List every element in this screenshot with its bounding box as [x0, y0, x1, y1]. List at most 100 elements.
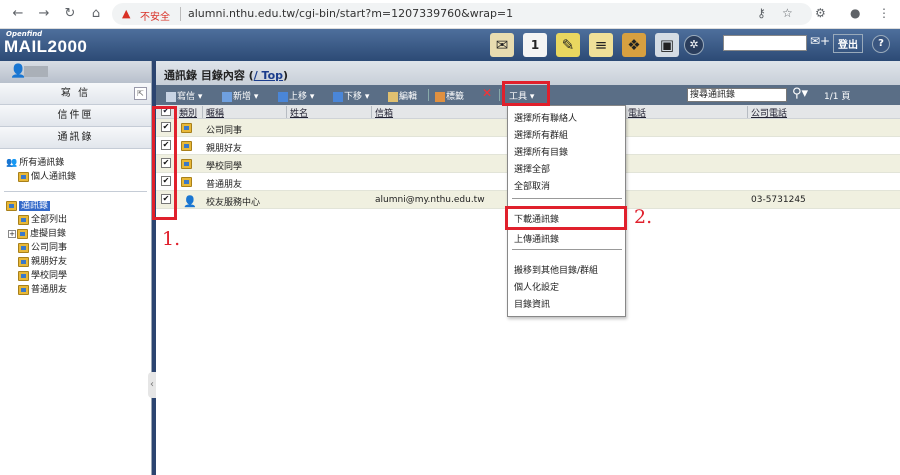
- arrow-up-icon: [278, 91, 288, 102]
- wrench-icon[interactable]: ✲: [684, 35, 704, 55]
- column-email[interactable]: 信箱: [375, 106, 393, 119]
- menu-item-move-to[interactable]: 搬移到其他目錄/群組: [514, 263, 598, 276]
- person-icon: 👤: [183, 195, 197, 208]
- menu-divider: [512, 198, 622, 199]
- menu-item-select-contacts[interactable]: 選擇所有聯絡人: [514, 111, 577, 124]
- tree-item-root[interactable]: 通訊錄: [6, 198, 151, 212]
- column-divider: [286, 106, 287, 118]
- menu-item-select-groups[interactable]: 選擇所有群組: [514, 128, 568, 141]
- tree-label: 公司同事: [31, 243, 68, 253]
- move-down-button[interactable]: 下移 ▾: [333, 89, 369, 102]
- tree-label: 虛擬目錄: [30, 229, 67, 239]
- forward-icon[interactable]: →: [36, 6, 52, 22]
- menu-item-upload[interactable]: 上傳通訊錄: [514, 232, 559, 245]
- collapse-arrow-icon[interactable]: ‹: [148, 372, 156, 398]
- column-type[interactable]: 類別: [179, 106, 197, 119]
- expand-icon[interactable]: +: [8, 229, 16, 238]
- column-phone[interactable]: 電話: [628, 106, 646, 119]
- add-label: 新增: [233, 92, 252, 102]
- tree-item-list-all[interactable]: 全部列出: [6, 212, 151, 226]
- profile-icon[interactable]: ●: [850, 6, 860, 20]
- tree-item-virtual[interactable]: + 虛擬目錄: [6, 226, 151, 240]
- folder-tree: 通訊錄 全部列出 + 虛擬目錄 公司同事 親朋好友 學校同學 普通朋友: [0, 198, 151, 296]
- delete-icon[interactable]: ✕: [482, 86, 492, 100]
- tree-item-all-contacts[interactable]: 👥 所有通訊錄: [6, 155, 151, 169]
- row-nickname[interactable]: 公司同事: [206, 123, 242, 136]
- home-icon[interactable]: ⌂: [88, 6, 104, 22]
- search-icon[interactable]: ⚲▾: [792, 86, 808, 101]
- row-nickname[interactable]: 普通朋友: [206, 177, 242, 190]
- title-text: 通訊錄 目錄內容 (: [164, 69, 254, 82]
- key-icon[interactable]: ⚷: [757, 6, 766, 20]
- tree-label-selected: 通訊錄: [19, 201, 51, 211]
- folder-icon: [17, 228, 28, 239]
- tree-item-family[interactable]: 親朋好友: [6, 254, 151, 268]
- tree-label: 親朋好友: [31, 257, 68, 267]
- header-search-input[interactable]: [723, 35, 807, 51]
- sidebar: 👤 寫 信 ⇱ 信件匣 通訊錄 👥 所有通訊錄 個人通訊錄 通訊錄 全部列出 + 虛…: [0, 61, 152, 475]
- tree-label: 個人通訊錄: [31, 172, 77, 182]
- extension-icon[interactable]: ⚙: [815, 6, 826, 20]
- move-down-label: 下移: [344, 92, 363, 102]
- notes-icon[interactable]: ✎: [556, 33, 580, 57]
- column-name[interactable]: 姓名: [290, 106, 308, 119]
- tree-item-personal-contacts[interactable]: 個人通訊錄: [6, 169, 151, 183]
- edit-icon: [388, 91, 398, 102]
- column-divider: [371, 106, 372, 118]
- annotation-box-download: [505, 206, 627, 230]
- menu-kebab-icon[interactable]: ⋮: [878, 6, 890, 20]
- row-email[interactable]: alumni@my.nthu.edu.tw: [375, 195, 485, 205]
- insecure-label: 不安全: [140, 12, 170, 23]
- annotation-step-1: 1.: [162, 228, 181, 250]
- contacts-search-input[interactable]: 搜尋通訊錄: [687, 88, 787, 102]
- edit-button[interactable]: 編輯: [388, 89, 417, 102]
- contacts-button[interactable]: 通訊錄: [0, 127, 151, 149]
- tree-item-friends[interactable]: 普通朋友: [6, 282, 151, 296]
- column-company-phone[interactable]: 公司電話: [751, 106, 787, 119]
- column-nickname[interactable]: 暱稱: [206, 106, 224, 119]
- column-divider: [747, 106, 748, 118]
- address-bar[interactable]: ▲ 不安全 alumni.nthu.edu.tw/cgi-bin/start?m…: [112, 3, 812, 25]
- move-up-label: 上移: [289, 92, 308, 102]
- logout-button[interactable]: 登出: [833, 34, 863, 53]
- memo-icon[interactable]: ≡: [589, 33, 613, 57]
- logo: MAIL2000: [4, 37, 88, 56]
- add-button[interactable]: 新增 ▾: [222, 89, 258, 102]
- row-nickname[interactable]: 校友服務中心: [206, 195, 260, 208]
- tag-icon[interactable]: ❖: [622, 33, 646, 57]
- tag-button[interactable]: 標籤: [435, 89, 464, 102]
- menu-item-folder-info[interactable]: 目錄資訊: [514, 297, 550, 310]
- menu-item-deselect-all[interactable]: 全部取消: [514, 179, 550, 192]
- menu-item-personalize[interactable]: 個人化設定: [514, 280, 559, 293]
- tree-item-school[interactable]: 學校同學: [6, 268, 151, 282]
- move-up-button[interactable]: 上移 ▾: [278, 89, 314, 102]
- help-icon[interactable]: ?: [872, 35, 890, 53]
- compose-button[interactable]: 寫 信 ⇱: [0, 83, 151, 105]
- inbox-button[interactable]: 信件匣: [0, 105, 151, 127]
- group-folder-icon: [181, 141, 192, 151]
- row-nickname[interactable]: 學校同學: [206, 159, 242, 172]
- toolbar-divider: [428, 89, 429, 101]
- group-folder-icon: [181, 177, 192, 187]
- breadcrumb-top-link[interactable]: / Top: [254, 69, 283, 82]
- monitor-icon[interactable]: ▣: [655, 33, 679, 57]
- popout-icon[interactable]: ⇱: [134, 87, 147, 100]
- url-text[interactable]: alumni.nthu.edu.tw/cgi-bin/start?m=12073…: [188, 7, 513, 20]
- menu-item-select-all[interactable]: 選擇全部: [514, 162, 550, 175]
- menu-item-select-folders[interactable]: 選擇所有目錄: [514, 145, 568, 158]
- write-button[interactable]: 寫信 ▾: [166, 89, 202, 102]
- search-mail-icon[interactable]: ✉+: [810, 34, 830, 48]
- star-icon[interactable]: ☆: [782, 6, 793, 20]
- tree-label: 學校同學: [31, 271, 68, 281]
- tree-item-company[interactable]: 公司同事: [6, 240, 151, 254]
- annotation-box-checkboxes: [152, 106, 177, 220]
- back-icon[interactable]: ←: [10, 6, 26, 22]
- mail-envelope-icon[interactable]: ✉: [490, 33, 514, 57]
- row-nickname[interactable]: 親朋好友: [206, 141, 242, 154]
- calendar-icon[interactable]: 1: [523, 33, 547, 57]
- folder-icon: [18, 270, 29, 281]
- reload-icon[interactable]: ↻: [62, 6, 78, 22]
- browser-toolbar: ← → ↻ ⌂ ▲ 不安全 alumni.nthu.edu.tw/cgi-bin…: [0, 0, 900, 29]
- warning-icon: ▲: [122, 7, 131, 20]
- tree-label: 普通朋友: [31, 285, 68, 295]
